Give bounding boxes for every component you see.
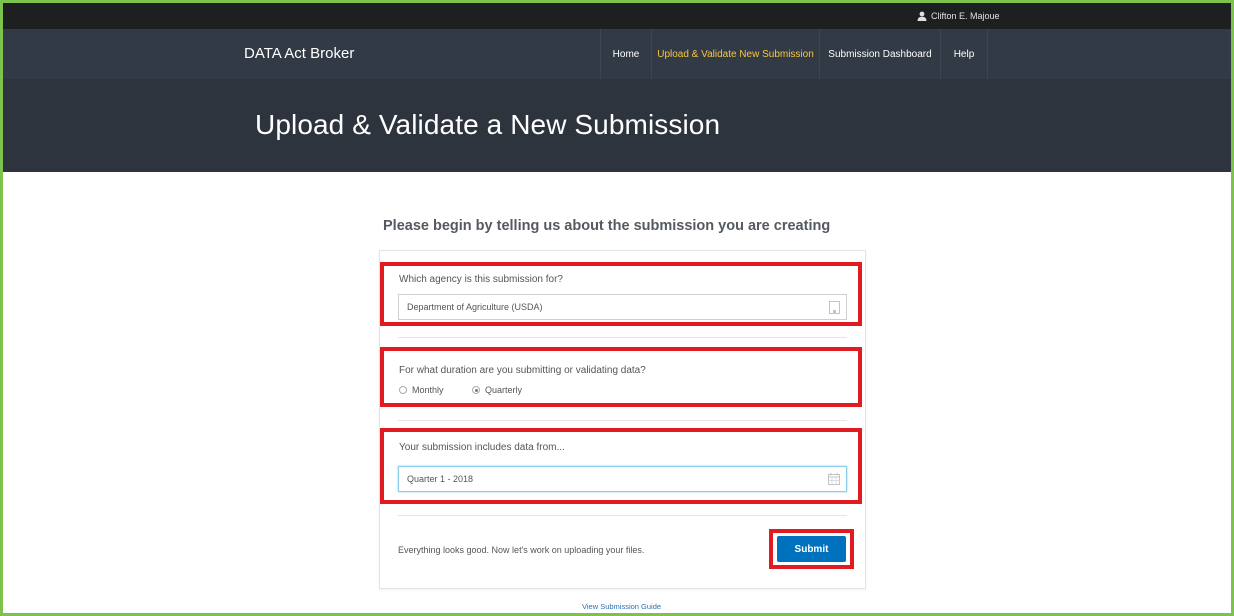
- agency-value: Department of Agriculture (USDA): [407, 302, 543, 312]
- agency-label: Which agency is this submission for?: [399, 274, 563, 285]
- user-name: Clifton E. Majoue: [931, 11, 1000, 21]
- period-value: Quarter 1 - 2018: [407, 474, 474, 484]
- radio-quarterly-label: Quarterly: [485, 385, 523, 395]
- section-divider: [398, 515, 847, 516]
- nav-divider: [987, 29, 988, 79]
- building-icon: [829, 301, 840, 314]
- nav-submission-dashboard[interactable]: Submission Dashboard: [819, 29, 940, 79]
- radio-monthly-label: Monthly: [412, 385, 444, 395]
- page-hero: Upload & Validate a New Submission: [3, 79, 1231, 172]
- page-title: Upload & Validate a New Submission: [255, 109, 721, 140]
- nav-help[interactable]: Help: [940, 29, 987, 79]
- radio-quarterly[interactable]: Quarterly: [472, 385, 522, 395]
- nav-home[interactable]: Home: [600, 29, 651, 79]
- user-menu[interactable]: Clifton E. Majoue: [917, 9, 1000, 23]
- calendar-icon[interactable]: [828, 473, 840, 485]
- period-label: Your submission includes data from...: [399, 442, 565, 453]
- radio-quarterly-icon: [472, 386, 480, 394]
- section-divider: [398, 420, 847, 421]
- duration-label: For what duration are you submitting or …: [399, 365, 646, 376]
- nav-upload-validate[interactable]: Upload & Validate New Submission: [651, 29, 819, 79]
- section-divider: [398, 337, 847, 338]
- main-nav: DATA Act Broker Home Upload & Validate N…: [3, 29, 1231, 79]
- radio-monthly[interactable]: Monthly: [399, 385, 444, 395]
- submit-button[interactable]: Submit: [777, 536, 846, 562]
- submission-guide-link[interactable]: View Submission Guide: [582, 602, 661, 611]
- period-input[interactable]: Quarter 1 - 2018: [398, 466, 847, 492]
- radio-monthly-icon: [399, 386, 407, 394]
- agency-input[interactable]: Department of Agriculture (USDA): [398, 294, 847, 320]
- user-bar: Clifton E. Majoue: [3, 3, 1231, 29]
- duration-highlight: [380, 347, 862, 407]
- validation-status: Everything looks good. Now let's work on…: [398, 545, 645, 555]
- user-icon: [917, 11, 927, 21]
- brand-logo[interactable]: DATA Act Broker: [244, 45, 354, 62]
- form-intro: Please begin by telling us about the sub…: [383, 218, 831, 234]
